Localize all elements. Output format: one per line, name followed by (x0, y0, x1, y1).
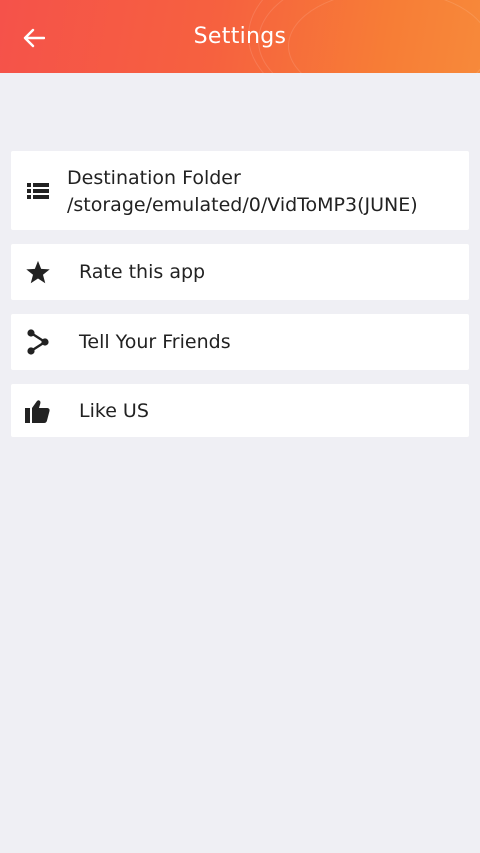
destination-folder-label: Destination Folder (67, 167, 241, 189)
share-icon (25, 329, 51, 355)
destination-folder-item[interactable]: Destination Folder /storage/emulated/0/V… (11, 151, 469, 230)
star-icon (25, 259, 51, 285)
app-bar: Settings (0, 0, 480, 73)
tell-friends-label: Tell Your Friends (79, 331, 231, 353)
thumbs-up-icon (25, 398, 51, 424)
rate-app-label: Rate this app (79, 261, 206, 283)
like-us-item[interactable]: Like US (11, 384, 469, 437)
list-icon (25, 178, 51, 204)
tell-friends-item[interactable]: Tell Your Friends (11, 314, 469, 370)
arrow-left-icon (23, 28, 45, 48)
page-title: Settings (193, 24, 287, 49)
rate-app-item[interactable]: Rate this app (11, 244, 469, 300)
like-us-label: Like US (79, 399, 149, 422)
back-button[interactable] (14, 18, 54, 58)
destination-folder-path: /storage/emulated/0/VidToMP3(JUNE) (67, 194, 418, 216)
